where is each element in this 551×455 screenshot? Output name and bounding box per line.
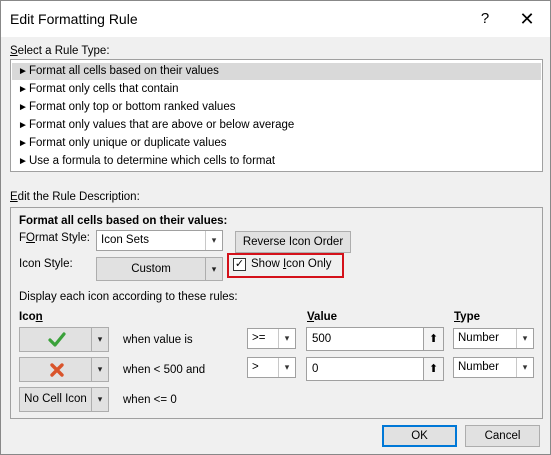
icon-style-select[interactable]: Custom ▾ xyxy=(96,257,223,281)
cancel-button[interactable]: Cancel xyxy=(465,425,540,447)
ok-button[interactable]: OK xyxy=(382,425,457,447)
icon-style-label: Icon Style: xyxy=(19,258,73,270)
chevron-down-icon: ▾ xyxy=(91,388,108,411)
help-icon[interactable]: ? xyxy=(471,7,499,31)
chevron-down-icon: ▾ xyxy=(91,328,108,351)
chevron-down-icon: ▾ xyxy=(516,329,533,348)
rule-type-item[interactable]: ►Format only unique or duplicate values xyxy=(12,135,541,152)
column-header-icon: Icon xyxy=(19,311,43,323)
rule-type-label: Select a Rule Type: xyxy=(10,45,110,57)
range-selector-icon[interactable]: ⬆ xyxy=(423,358,443,380)
format-style-label: FOrmat Style: xyxy=(19,232,90,244)
column-header-type: Type xyxy=(454,311,480,323)
rule-condition-text: when < 500 and xyxy=(123,364,206,376)
arrow-right-icon: ► xyxy=(18,102,28,113)
icon-select-row-3[interactable]: No Cell Icon ▾ xyxy=(19,387,109,412)
arrow-right-icon: ► xyxy=(18,138,28,149)
chevron-down-icon: ▾ xyxy=(205,231,222,250)
chevron-down-icon: ▾ xyxy=(278,329,295,348)
rule-type-item[interactable]: ►Format only values that are above or be… xyxy=(12,117,541,134)
rule-condition-text: when value is xyxy=(123,334,193,346)
arrow-right-icon: ► xyxy=(18,66,28,77)
chevron-down-icon: ▾ xyxy=(516,358,533,377)
range-selector-icon[interactable]: ⬆ xyxy=(423,328,443,350)
arrow-right-icon: ► xyxy=(18,120,28,131)
dialog-title: Edit Formatting Rule xyxy=(10,11,138,27)
chevron-down-icon: ▾ xyxy=(278,358,295,377)
close-icon[interactable]: ✕ xyxy=(513,7,541,31)
description-heading: Format all cells based on their values: xyxy=(19,215,228,227)
operator-select-row-2[interactable]: > ▾ xyxy=(247,357,296,378)
rules-intro-text: Display each icon according to these rul… xyxy=(19,291,238,303)
type-select-row-1[interactable]: Number ▾ xyxy=(453,328,534,349)
rule-type-item[interactable]: ►Format only cells that contain xyxy=(12,81,541,98)
value-input-row-2[interactable]: 0 ⬆ xyxy=(306,357,444,381)
value-input-row-1[interactable]: 500 ⬆ xyxy=(306,327,444,351)
arrow-right-icon: ► xyxy=(18,156,28,167)
show-icon-only-label[interactable]: Show Icon Only xyxy=(251,258,332,270)
rule-description-label: Edit the Rule Description: xyxy=(10,191,140,203)
rule-type-item[interactable]: ►Use a formula to determine which cells … xyxy=(12,153,541,170)
rule-type-list[interactable]: ►Format all cells based on their values … xyxy=(10,59,543,172)
show-icon-only-checkbox[interactable]: ✓ xyxy=(233,258,246,271)
operator-select-row-1[interactable]: >= ▾ xyxy=(247,328,296,349)
rule-description-panel: Format all cells based on their values: … xyxy=(10,207,543,419)
rule-type-item[interactable]: ►Format all cells based on their values xyxy=(12,63,541,80)
no-cell-icon: No Cell Icon xyxy=(24,393,87,405)
chevron-down-icon: ▾ xyxy=(205,258,222,280)
type-select-row-2[interactable]: Number ▾ xyxy=(453,357,534,378)
rule-type-item[interactable]: ►Format only top or bottom ranked values xyxy=(12,99,541,116)
column-header-value: Value xyxy=(307,311,338,323)
red-x-icon xyxy=(49,362,65,381)
rule-condition-text: when <= 0 xyxy=(123,394,177,406)
format-style-select[interactable]: Icon Sets ▾ xyxy=(96,230,223,251)
icon-select-row-1[interactable]: ▾ xyxy=(19,327,109,352)
edit-formatting-rule-dialog: Edit Formatting Rule ? ✕ Select a Rule T… xyxy=(0,0,551,455)
icon-select-row-2[interactable]: ▾ xyxy=(19,357,109,382)
chevron-down-icon: ▾ xyxy=(91,358,108,381)
title-bar: Edit Formatting Rule ? ✕ xyxy=(1,1,550,37)
reverse-icon-order-button[interactable]: Reverse Icon Order xyxy=(235,231,351,253)
green-checkmark-icon xyxy=(48,331,66,351)
arrow-right-icon: ► xyxy=(18,84,28,95)
